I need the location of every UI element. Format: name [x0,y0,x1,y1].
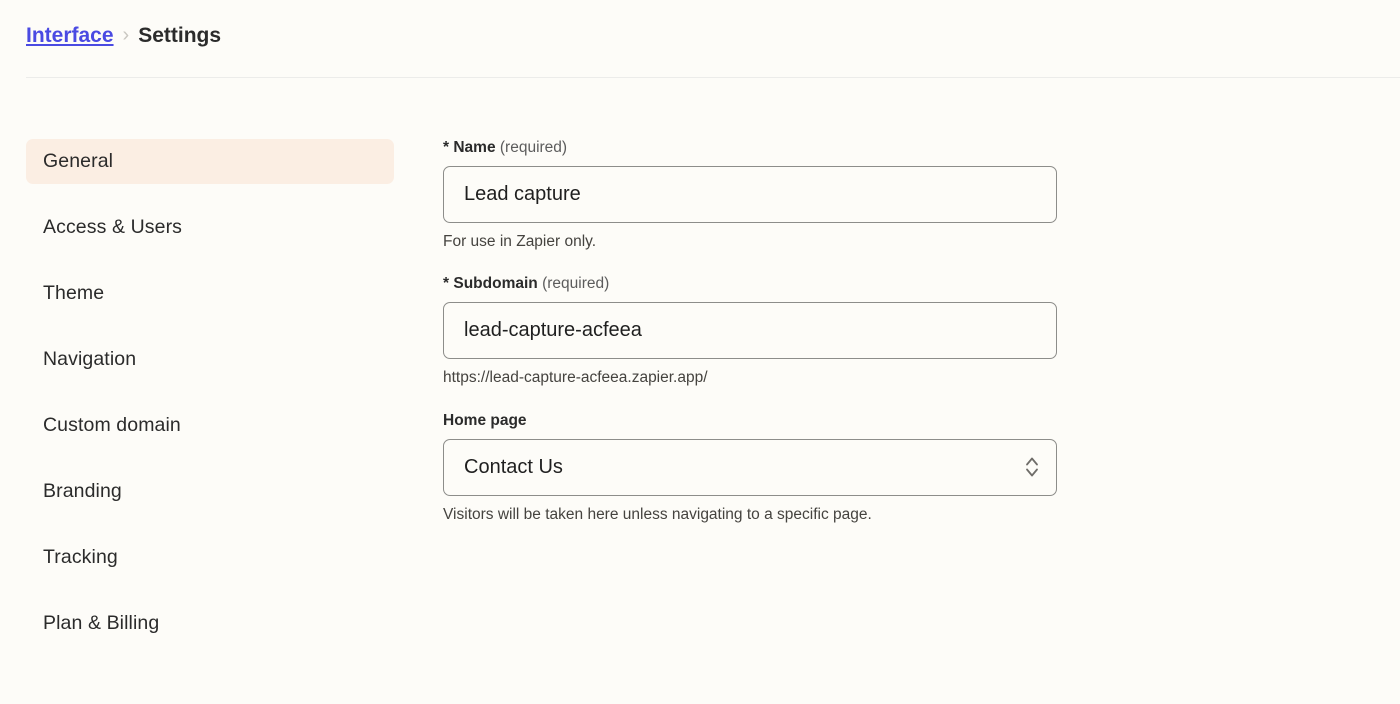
sidebar-item-general[interactable]: General [26,139,394,184]
name-input[interactable] [443,166,1057,223]
sidebar-item-navigation[interactable]: Navigation [26,337,394,382]
chevron-right-icon: › [123,25,130,45]
settings-sidebar: General Access & Users Theme Navigation … [0,78,420,667]
home-page-label-text: Home page [443,412,527,429]
home-page-select-wrapper: Contact Us [443,439,1057,496]
name-label-text: Name [453,139,495,156]
subdomain-label-text: Subdomain [453,275,537,292]
sidebar-item-label: Branding [43,480,122,503]
settings-layout: General Access & Users Theme Navigation … [0,78,1400,667]
page-header: Interface › Settings [0,0,1400,78]
sidebar-item-access-users[interactable]: Access & Users [26,205,394,250]
home-page-selected-value: Contact Us [464,456,563,479]
sidebar-item-label: Access & Users [43,216,182,239]
home-page-field-label: Home page [443,411,1057,431]
home-page-field-group: Home page Contact Us Visitors will be ta… [443,411,1057,525]
subdomain-helper-url: https://lead-capture-acfeea.zapier.app/ [443,368,1057,388]
sidebar-item-custom-domain[interactable]: Custom domain [26,403,394,448]
subdomain-field-label: * Subdomain (required) [443,274,1057,294]
sidebar-item-label: Tracking [43,546,118,569]
subdomain-field-group: * Subdomain (required) https://lead-capt… [443,274,1057,388]
subdomain-required-note: (required) [542,275,609,292]
home-page-helper-text: Visitors will be taken here unless navig… [443,505,1057,525]
subdomain-input[interactable] [443,302,1057,359]
sidebar-item-label: Navigation [43,348,136,371]
name-field-group: * Name (required) For use in Zapier only… [443,138,1057,252]
sidebar-item-branding[interactable]: Branding [26,469,394,514]
name-field-label: * Name (required) [443,138,1057,158]
breadcrumb: Interface › Settings [26,25,221,46]
sidebar-item-tracking[interactable]: Tracking [26,535,394,580]
settings-form: * Name (required) For use in Zapier only… [420,78,1400,525]
sidebar-item-label: General [43,150,113,173]
sidebar-item-label: Plan & Billing [43,612,159,635]
sidebar-item-label: Theme [43,282,104,305]
sidebar-item-plan-billing[interactable]: Plan & Billing [26,601,394,646]
home-page-select[interactable]: Contact Us [443,439,1057,496]
page-title: Settings [138,25,221,46]
name-helper-text: For use in Zapier only. [443,232,1057,252]
settings-footer: Interface ID: clj72az2c000dla0onyohg17j•… [0,667,1400,704]
sidebar-item-theme[interactable]: Theme [26,271,394,316]
name-required-note: (required) [500,139,567,156]
breadcrumb-link-interface[interactable]: Interface [26,25,114,46]
sidebar-item-label: Custom domain [43,414,181,437]
